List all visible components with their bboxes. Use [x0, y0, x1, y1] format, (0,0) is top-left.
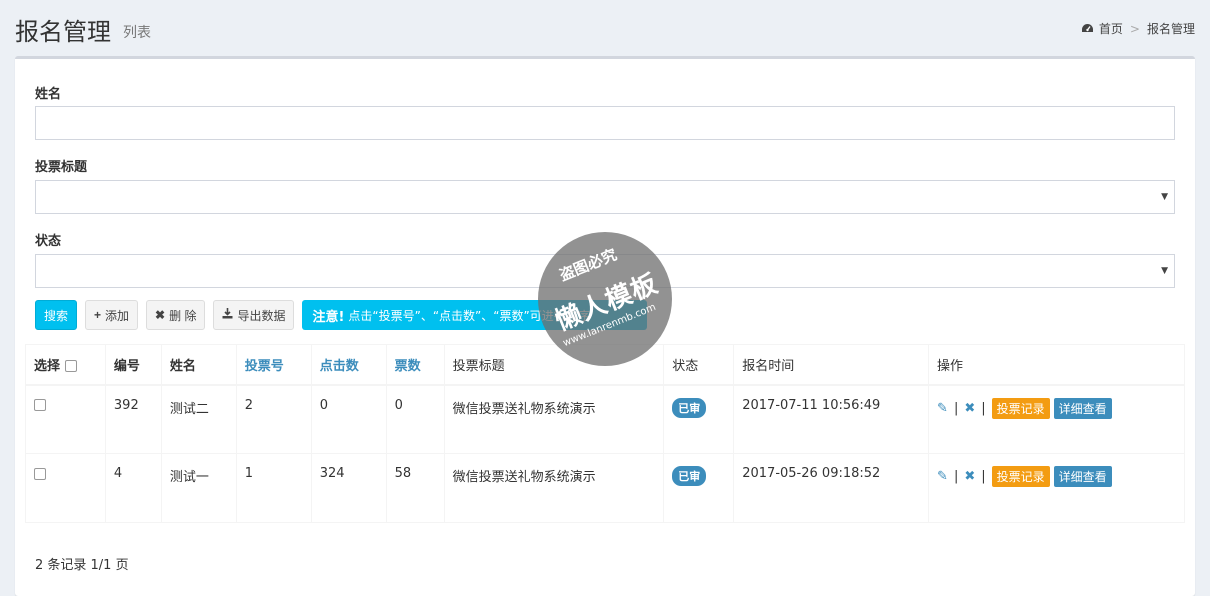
add-button[interactable]: + 添加 — [85, 300, 139, 330]
breadcrumb-current: 报名管理 — [1146, 22, 1195, 36]
delete-button-label: 删 除 — [169, 308, 197, 323]
col-votes-sort[interactable]: 票数 — [385, 344, 445, 386]
breadcrumb: 首页 > 报名管理 — [1081, 20, 1195, 37]
vote-records-button[interactable]: 投票记录 — [991, 397, 1050, 419]
detail-view-button[interactable]: 详细查看 — [1053, 397, 1112, 419]
action-separator: | — [953, 400, 959, 416]
cell-status: 已审 — [663, 384, 735, 454]
cell-vote-no: 1 — [235, 453, 312, 523]
row-select-cell — [25, 453, 106, 523]
status-label: 状态 — [35, 234, 62, 249]
status-badge: 已审 — [672, 397, 707, 418]
col-select-label: 选择 — [34, 358, 61, 374]
action-separator: | — [981, 400, 986, 416]
cell-id: 4 — [104, 453, 162, 523]
cell-vote-title: 微信投票送礼物系统演示 — [443, 453, 665, 523]
search-button-label: 搜索 — [44, 308, 69, 323]
plus-icon: + — [94, 308, 102, 322]
remove-icon: ✖ — [155, 308, 166, 322]
row-select-cell — [25, 384, 106, 454]
download-icon — [222, 308, 233, 322]
cell-name: 测试二 — [160, 384, 237, 454]
vote-title-select[interactable]: ▼ — [35, 180, 1175, 214]
col-actions: 操作 — [928, 344, 1185, 386]
cell-status: 已审 — [663, 453, 735, 523]
remove-icon[interactable]: ✖ — [964, 401, 975, 416]
table-row: 392 测试二 2 0 0 微信投票送礼物系统演示 已审 2017-07-11 … — [25, 384, 1185, 454]
export-button-label: 导出数据 — [237, 308, 286, 323]
caret-down-icon: ▼ — [1161, 192, 1168, 202]
col-status: 状态 — [663, 344, 735, 386]
sort-notice-strong: 注意! — [312, 309, 345, 325]
breadcrumb-home-link[interactable]: 首页 — [1099, 20, 1123, 37]
status-badge: 已审 — [672, 466, 707, 486]
col-select: 选择 — [25, 344, 106, 386]
col-id: 编号 — [104, 344, 162, 386]
vote-records-button[interactable]: 投票记录 — [991, 466, 1050, 487]
row-checkbox[interactable] — [34, 399, 46, 411]
col-name: 姓名 — [160, 344, 237, 386]
col-signup-time: 报名时间 — [733, 344, 930, 386]
cell-actions: ✎ | ✖ | 投票记录 详细查看 — [928, 453, 1185, 523]
cell-signup-time: 2017-05-26 09:18:52 — [733, 453, 930, 523]
edit-icon[interactable]: ✎ — [937, 401, 948, 416]
action-separator: | — [981, 469, 986, 484]
delete-button[interactable]: ✖ 删 除 — [146, 300, 206, 330]
cell-vote-no: 2 — [235, 384, 312, 454]
cell-actions: ✎ | ✖ | 投票记录 详细查看 — [928, 384, 1185, 454]
page-header: 报名管理 列表 首页 > 报名管理 — [0, 0, 1210, 56]
edit-icon[interactable]: ✎ — [937, 469, 948, 484]
col-vote-no-sort[interactable]: 投票号 — [235, 344, 312, 386]
export-button[interactable]: 导出数据 — [213, 300, 295, 330]
remove-icon[interactable]: ✖ — [964, 469, 975, 484]
pagination-summary: 2 条记录 1/1 页 — [35, 558, 129, 573]
action-separator: | — [953, 469, 959, 484]
page-title: 报名管理 — [15, 18, 111, 46]
cell-signup-time: 2017-07-11 10:56:49 — [733, 384, 930, 454]
dashboard-icon — [1081, 23, 1094, 34]
caret-down-icon: ▼ — [1161, 266, 1168, 276]
select-all-checkbox[interactable] — [64, 360, 77, 373]
col-clicks-sort[interactable]: 点击数 — [310, 344, 387, 386]
cell-votes: 58 — [385, 453, 445, 523]
cell-clicks: 324 — [310, 453, 387, 523]
search-button[interactable]: 搜索 — [35, 300, 78, 330]
table-row: 4 测试一 1 324 58 微信投票送礼物系统演示 已审 2017-05-26… — [25, 453, 1185, 523]
cell-votes: 0 — [385, 384, 445, 454]
row-checkbox[interactable] — [34, 467, 46, 480]
vote-title-label: 投票标题 — [35, 160, 88, 175]
signup-table: 选择 编号 姓名 投票号 点击数 票数 投票标题 状态 报名时间 操作 392 … — [25, 344, 1185, 523]
cell-id: 392 — [104, 384, 162, 454]
page-subtitle: 列表 — [123, 25, 151, 41]
cell-vote-title: 微信投票送礼物系统演示 — [443, 384, 665, 454]
name-input[interactable] — [35, 106, 1175, 140]
cell-clicks: 0 — [310, 384, 387, 454]
cell-name: 测试一 — [160, 453, 237, 523]
breadcrumb-separator: > — [1129, 21, 1140, 36]
name-label: 姓名 — [35, 87, 62, 102]
detail-view-button[interactable]: 详细查看 — [1053, 466, 1112, 487]
watermark-seal: 盗图必究 懒人模板 www.lanrenmb.com — [538, 232, 672, 366]
add-button-label: 添加 — [105, 308, 130, 323]
